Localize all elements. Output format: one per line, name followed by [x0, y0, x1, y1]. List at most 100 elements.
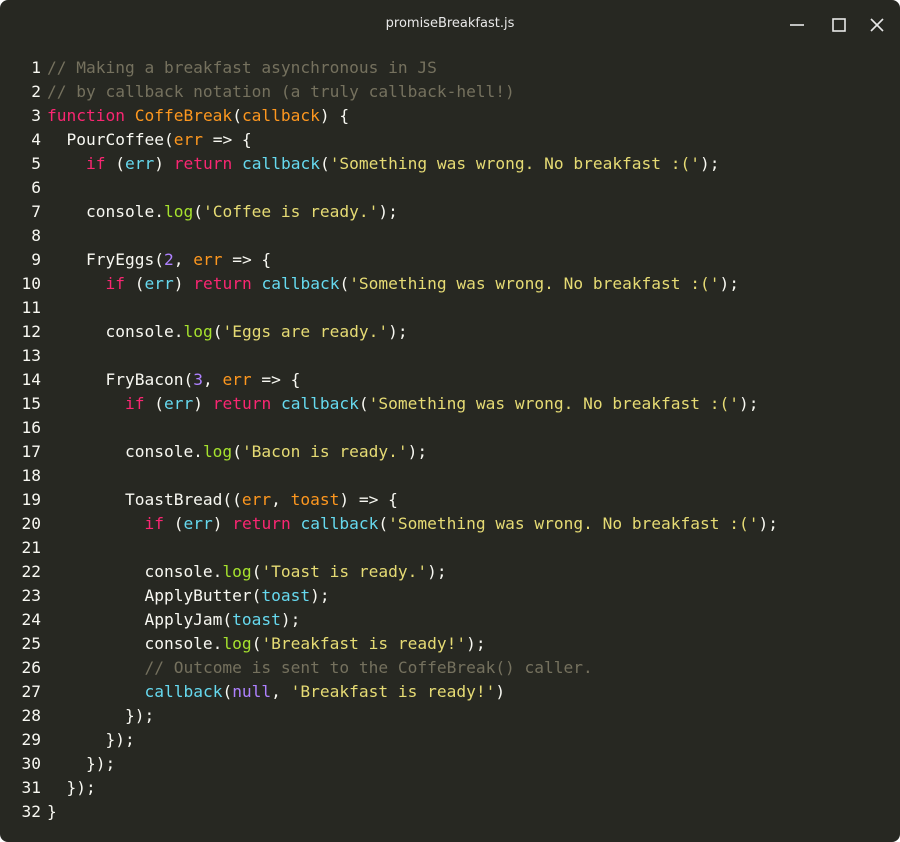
code-token: if — [85, 154, 106, 173]
code-token: return — [173, 154, 233, 173]
line-source: }); — [47, 704, 154, 728]
code-token: 2 — [163, 250, 174, 269]
code-line[interactable]: 9 FryEggs(2, err => { — [0, 248, 900, 272]
code-token: 'Coffee is ready.' — [202, 202, 379, 221]
code-token: 'Something was wrong. No breakfast :(' — [368, 394, 740, 413]
code-token: , — [271, 682, 291, 701]
code-token: 'Breakfast is ready!' — [261, 634, 467, 653]
code-token: console. — [47, 634, 223, 653]
code-token: toast — [290, 490, 340, 509]
line-number: 7 — [31, 202, 41, 221]
line-source: console.log('Breakfast is ready!'); — [47, 632, 485, 656]
code-line[interactable]: 30 }); — [0, 752, 900, 776]
line-number: 25 — [21, 634, 42, 653]
code-line[interactable]: 11 — [0, 296, 900, 320]
code-token: 3 — [193, 370, 203, 389]
code-token: ( — [193, 202, 203, 221]
line-number: 4 — [31, 130, 41, 149]
line-source: ToastBread((err, toast) => { — [47, 488, 398, 512]
minimize-button[interactable] — [786, 14, 808, 36]
line-source: if (err) return callback('Something was … — [47, 512, 778, 536]
code-token: ( — [251, 634, 262, 653]
code-line[interactable]: 1 // Making a breakfast asynchronous in J… — [0, 56, 900, 80]
code-token: 'Something was wrong. No breakfast :(' — [329, 154, 701, 173]
line-source: if (err) return callback('Something was … — [47, 272, 739, 296]
title-bar[interactable]: promiseBreakfast.js — [0, 0, 900, 50]
code-line[interactable]: 27 callback(null, 'Breakfast is ready!') — [0, 680, 900, 704]
code-token: ); — [739, 394, 759, 413]
code-token: ApplyJam( — [47, 610, 233, 629]
code-line[interactable]: 19 ToastBread((err, toast) => { — [0, 488, 900, 512]
code-token: callback — [241, 106, 320, 125]
line-number: 18 — [21, 466, 42, 485]
code-line[interactable]: 32} — [0, 800, 900, 824]
code-line[interactable]: 31 }); — [0, 776, 900, 800]
line-number: 3 — [31, 106, 41, 125]
code-line[interactable]: 12 console.log('Eggs are ready.'); — [0, 320, 900, 344]
code-area[interactable]: 1 // Making a breakfast asynchronous in J… — [0, 56, 900, 824]
line-source: }); — [47, 728, 134, 752]
editor-window: promiseBreakfast.js 1 // Making a breakfa… — [0, 0, 900, 842]
code-line[interactable]: 7 console.log('Coffee is ready.'); — [0, 200, 900, 224]
code-line[interactable]: 17 console.log('Bacon is ready.'); — [0, 440, 900, 464]
line-number: 23 — [21, 586, 42, 605]
code-token: callback — [241, 154, 320, 173]
code-line[interactable]: 29 }); — [0, 728, 900, 752]
code-token: 'Eggs are ready.' — [222, 322, 389, 341]
code-line[interactable]: 13 — [0, 344, 900, 368]
code-line[interactable]: 2 // by callback notation (a truly callba… — [0, 80, 900, 104]
code-token: ) — [495, 682, 506, 701]
code-token: ( — [163, 514, 184, 533]
code-line[interactable]: 18 — [0, 464, 900, 488]
line-number: 28 — [21, 706, 42, 725]
code-line[interactable]: 24 ApplyJam(toast); — [0, 608, 900, 632]
code-line[interactable]: 16 — [0, 416, 900, 440]
code-line[interactable]: 21 — [0, 536, 900, 560]
code-line[interactable]: 25 console.log('Breakfast is ready!'); — [0, 632, 900, 656]
code-token: return — [232, 514, 291, 533]
window-title: promiseBreakfast.js — [385, 16, 515, 31]
code-token: ) — [193, 394, 213, 413]
line-number: 16 — [21, 418, 42, 437]
code-line[interactable]: 15 if (err) return callback('Something w… — [0, 392, 900, 416]
code-token: => { — [222, 250, 272, 269]
code-line[interactable]: 4 PourCoffee(err => { — [0, 128, 900, 152]
code-token: ( — [232, 442, 242, 461]
code-token: // Making a breakfast asynchronous in JS — [47, 58, 437, 77]
line-source: }); — [47, 752, 115, 776]
line-source: console.log('Coffee is ready.'); — [47, 200, 398, 224]
code-line[interactable]: 23 ApplyButter(toast); — [0, 584, 900, 608]
line-source: if (err) return callback('Something was … — [47, 392, 759, 416]
close-button[interactable] — [866, 14, 888, 36]
line-number: 11 — [21, 298, 42, 317]
code-line[interactable]: 26 // Outcome is sent to the CoffeBreak(… — [0, 656, 900, 680]
line-source: callback(null, 'Breakfast is ready!') — [47, 680, 505, 704]
code-token: ); — [407, 442, 428, 461]
code-token: FryEggs( — [47, 250, 164, 269]
code-line[interactable]: 6 — [0, 176, 900, 200]
code-token: ) => { — [339, 490, 398, 509]
code-line[interactable]: 5 if (err) return callback('Something wa… — [0, 152, 900, 176]
line-source: console.log('Bacon is ready.'); — [47, 440, 427, 464]
code-token: => { — [251, 370, 301, 389]
code-line[interactable]: 20 if (err) return callback('Something w… — [0, 512, 900, 536]
code-token: ( — [124, 274, 145, 293]
code-line[interactable]: 22 console.log('Toast is ready.'); — [0, 560, 900, 584]
code-line[interactable]: 8 — [0, 224, 900, 248]
code-token: ( — [358, 394, 369, 413]
code-line[interactable]: 28 }); — [0, 704, 900, 728]
line-number: 27 — [21, 682, 42, 701]
code-token: CoffeBreak — [134, 106, 233, 125]
maximize-button[interactable] — [828, 14, 850, 36]
code-token: log — [202, 442, 233, 461]
code-line[interactable]: 14 FryBacon(3, err => { — [0, 368, 900, 392]
code-token: callback — [261, 274, 340, 293]
code-token: }); — [47, 754, 116, 773]
code-token: ApplyButter( — [47, 586, 262, 605]
code-line[interactable]: 10 if (err) return callback('Something w… — [0, 272, 900, 296]
line-source: function CoffeBreak(callback) { — [47, 104, 349, 128]
code-line[interactable]: 3 function CoffeBreak(callback) { — [0, 104, 900, 128]
